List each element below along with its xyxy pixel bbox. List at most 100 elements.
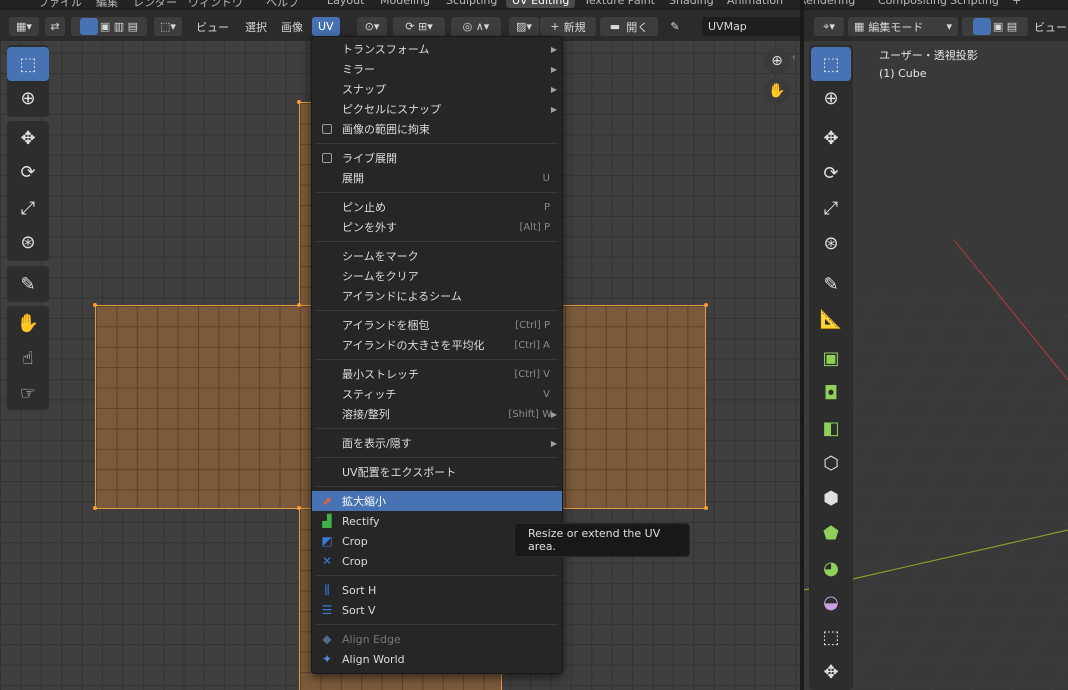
menu-image[interactable]: 画像	[281, 17, 303, 36]
pinch-icon[interactable]: ☞	[7, 376, 49, 410]
spin-icon[interactable]: ◒	[811, 585, 851, 619]
menu-view-3d[interactable]: ビュー	[1034, 17, 1067, 36]
tab-texture-paint[interactable]: Texture Paint	[584, 0, 655, 8]
uv-vertex[interactable]	[297, 303, 301, 307]
menu-view[interactable]: ビュー	[196, 17, 229, 36]
menu-render[interactable]: レンダー	[133, 0, 177, 8]
pan-icon[interactable]: ✋	[764, 78, 790, 104]
tab-uv-editing[interactable]: UV Editing	[506, 0, 576, 8]
checkbox[interactable]	[322, 153, 332, 163]
relax-icon[interactable]: ☝	[7, 341, 49, 375]
select-box-icon[interactable]: ⬚	[811, 47, 851, 81]
menu-item-clear-seam[interactable]: シームをクリア	[312, 266, 562, 286]
add-workspace-button[interactable]: +	[1012, 0, 1021, 8]
poly-build-icon[interactable]: ◕	[811, 551, 851, 585]
annotate-icon[interactable]: ✎	[811, 267, 851, 301]
tab-layout[interactable]: Layout	[327, 0, 364, 8]
measure-icon[interactable]: 📐	[811, 302, 851, 336]
sidebar-toggle-icon[interactable]: ‹	[792, 52, 796, 63]
uv-vertex[interactable]	[297, 506, 301, 510]
image-browse-icon[interactable]: ▨▾	[509, 17, 539, 36]
tab-modeling[interactable]: Modeling	[380, 0, 430, 8]
uv-vertex[interactable]	[704, 506, 708, 510]
menu-window[interactable]: ウィンドウ	[188, 0, 243, 8]
uv-vertex[interactable]	[93, 303, 97, 307]
menu-item-average-island-scale[interactable]: アイランドの大きさを平均化 [Ctrl] A	[312, 335, 562, 355]
menu-item-sort-v[interactable]: ☰ Sort V	[312, 600, 562, 620]
extrude-icon[interactable]: ◘	[811, 376, 851, 410]
menu-item-mark-seam[interactable]: シームをマーク	[312, 246, 562, 266]
transform-icon[interactable]: ⊛	[811, 226, 851, 260]
menu-item-pin[interactable]: ピン止め P	[312, 197, 562, 217]
editor-type-icon[interactable]: ▦▾	[9, 17, 39, 36]
tab-sculpting[interactable]: Sculpting	[446, 0, 497, 8]
proportional-edit-icon[interactable]: ◎ ∧▾	[451, 17, 501, 36]
add-cube-icon[interactable]: ▣	[811, 341, 851, 375]
uv-vertex[interactable]	[297, 100, 301, 104]
uv-vertex[interactable]	[704, 303, 708, 307]
select-mode-icons[interactable]: ▣ ▥ ▤	[71, 17, 147, 36]
zoom-icon[interactable]: ⊕	[764, 48, 790, 74]
menu-item-transform[interactable]: トランスフォーム ▶	[312, 39, 562, 59]
pivot-icon[interactable]: ⊙▾	[357, 17, 387, 36]
menu-item-unpin[interactable]: ピンを外す [Alt] P	[312, 217, 562, 237]
tab-shading[interactable]: Shading	[669, 0, 714, 8]
menu-edit[interactable]: 編集	[96, 0, 118, 8]
open-image-button[interactable]: ▬ 開く	[600, 17, 658, 36]
menu-item-constrain-to-image-bounds[interactable]: 画像の範囲に拘束	[312, 119, 562, 139]
transform-icon[interactable]: ⊛	[7, 225, 49, 259]
sticky-select-icon[interactable]: ⬚▾	[154, 17, 182, 36]
menu-item-unwrap[interactable]: 展開 U	[312, 168, 562, 188]
menu-help[interactable]: ヘルプ	[266, 0, 299, 8]
menu-item-weld-align[interactable]: 溶接/整列 [Shift] W ▶	[312, 404, 562, 424]
annotate-icon[interactable]: ✎	[7, 267, 49, 301]
menu-separator	[316, 457, 558, 458]
menu-item-show-hide-faces[interactable]: 面を表示/隠す ▶	[312, 433, 562, 453]
sync-selection-icon[interactable]: ⇄	[45, 17, 65, 36]
new-image-button[interactable]: + 新規	[540, 17, 596, 36]
menu-item-stitch[interactable]: スティッチ V	[312, 384, 562, 404]
menu-item-export-uv-layout[interactable]: UV配置をエクスポート	[312, 462, 562, 482]
snap-icon[interactable]: ⟳ ⊞▾	[393, 17, 445, 36]
knife-icon[interactable]: ⬟	[811, 516, 851, 550]
scale-icon[interactable]: ⤢	[7, 191, 49, 225]
loop-cut-icon[interactable]: ⬢	[811, 481, 851, 515]
menu-item-live-unwrap[interactable]: ライブ展開	[312, 148, 562, 168]
tab-compositing[interactable]: Compositing	[878, 0, 947, 8]
move-icon[interactable]: ✥	[7, 121, 49, 155]
menu-uv[interactable]: UV	[312, 17, 340, 36]
scale-icon[interactable]: ⤢	[811, 191, 851, 225]
rotate-icon[interactable]: ⟳	[811, 156, 851, 190]
move-icon[interactable]: ✥	[811, 121, 851, 155]
menu-select[interactable]: 選択	[245, 17, 267, 36]
shear-icon[interactable]: ✥	[811, 655, 851, 689]
cursor-icon[interactable]: ⊕	[811, 81, 851, 115]
menu-item-align-world[interactable]: ✦ Align World	[312, 649, 562, 669]
editor-type-icon[interactable]: ⌖▾	[814, 17, 844, 36]
uv-vertex[interactable]	[93, 506, 97, 510]
select-mode-icons[interactable]: ▣ ▤	[962, 17, 1028, 36]
menu-item-scale-uv[interactable]: ⬈ 拡大縮小	[312, 491, 562, 511]
tab-scripting[interactable]: Scripting	[950, 0, 999, 8]
grab-icon[interactable]: ✋	[7, 306, 49, 340]
uvmap-field[interactable]: UVMap	[702, 17, 800, 36]
menu-item-pack-islands[interactable]: アイランドを梱包 [Ctrl] P	[312, 315, 562, 335]
tab-rendering[interactable]: Rendering	[799, 0, 855, 8]
menu-item-snap-to-pixels[interactable]: ピクセルにスナップ ▶	[312, 99, 562, 119]
rotate-icon[interactable]: ⟳	[7, 155, 49, 189]
menu-item-seams-from-islands[interactable]: アイランドによるシーム	[312, 286, 562, 306]
mode-select[interactable]: ▦ 編集モード ▾	[848, 17, 958, 36]
tab-animation[interactable]: Animation	[727, 0, 783, 8]
menu-item-minimize-stretch[interactable]: 最小ストレッチ [Ctrl] V	[312, 364, 562, 384]
menu-item-mirror[interactable]: ミラー ▶	[312, 59, 562, 79]
smooth-icon[interactable]: ⬚	[811, 620, 851, 654]
cursor-icon[interactable]: ⊕	[7, 81, 49, 115]
pin-icon[interactable]: ✎	[664, 17, 686, 36]
bevel-icon[interactable]: ⬡	[811, 446, 851, 480]
select-box-icon[interactable]: ⬚	[7, 47, 49, 81]
menu-item-sort-h[interactable]: ⫼ Sort H	[312, 580, 562, 600]
inset-faces-icon[interactable]: ◧	[811, 411, 851, 445]
menu-file[interactable]: ファイル	[38, 0, 82, 8]
menu-item-snap[interactable]: スナップ ▶	[312, 79, 562, 99]
checkbox[interactable]	[322, 124, 332, 134]
